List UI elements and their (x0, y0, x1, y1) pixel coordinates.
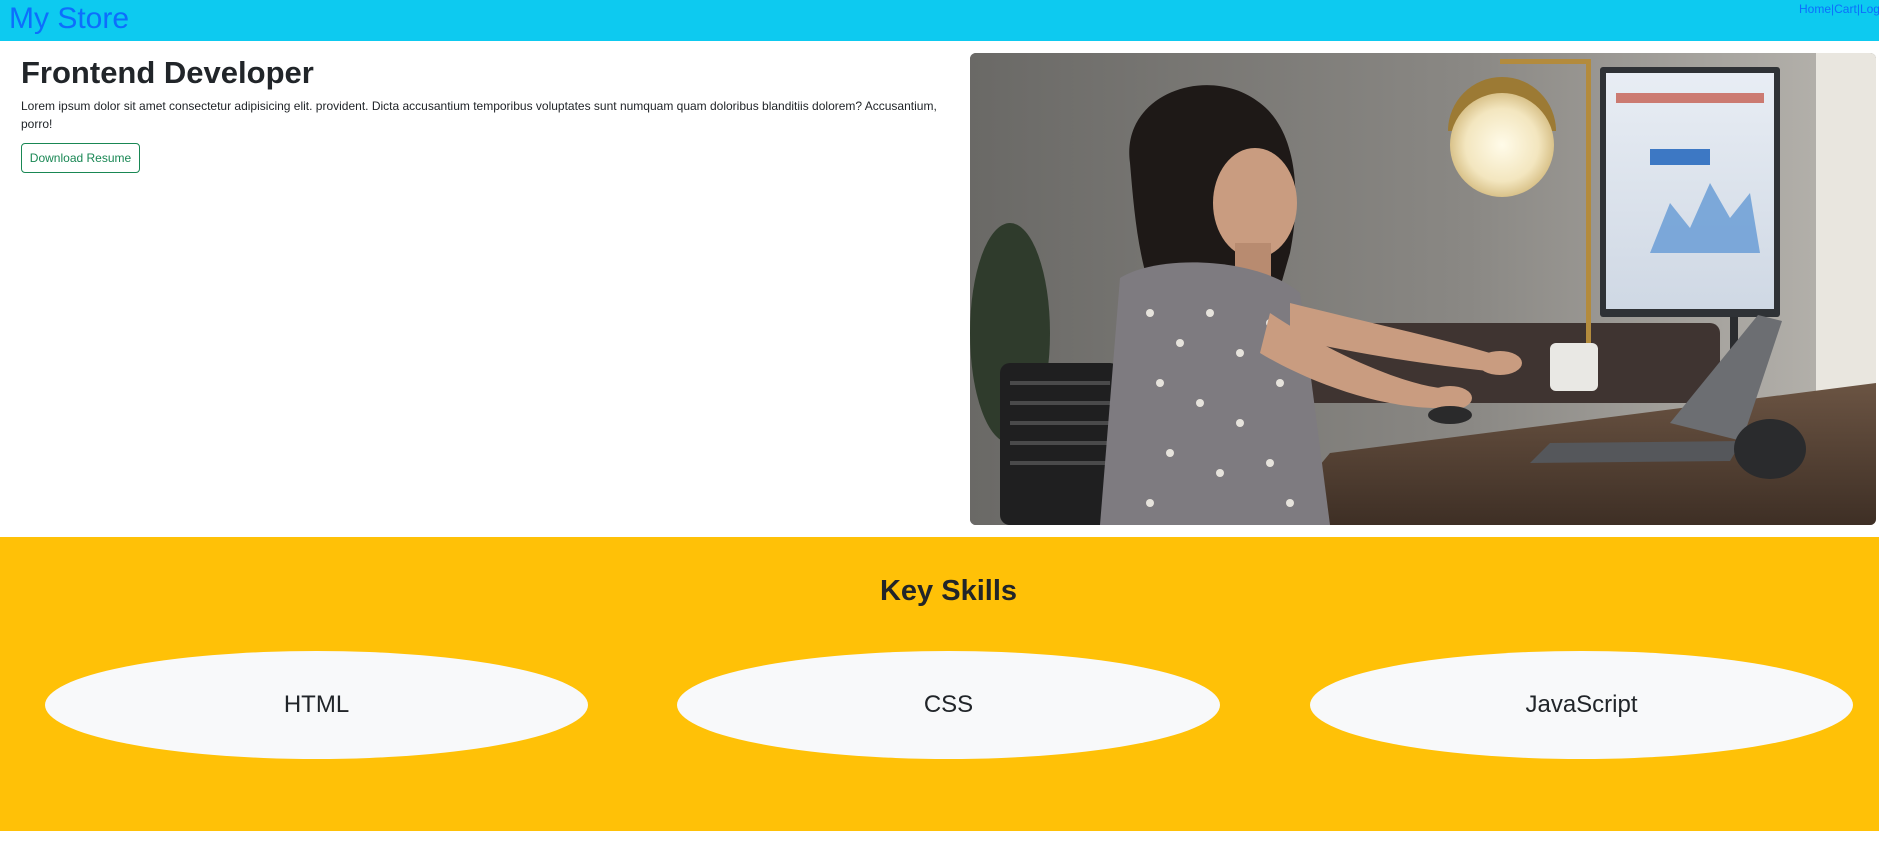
hero-description: Lorem ipsum dolor sit amet consectetur a… (21, 99, 937, 131)
top-navbar: My Store Home|Cart|Log (0, 0, 1879, 41)
hero-photo (970, 53, 1876, 525)
skill-card-html: HTML (45, 651, 588, 759)
skill-label: CSS (923, 691, 974, 718)
nav-link-home[interactable]: Home (1799, 2, 1831, 16)
nav-link-login[interactable]: Log (1860, 2, 1879, 16)
key-skills-title: Key Skills (879, 575, 1018, 607)
download-resume-button[interactable]: Download Resume (21, 143, 140, 173)
woman-working-at-laptop-photo (970, 53, 1876, 525)
hero-title: Frontend Developer (21, 55, 314, 90)
skill-card-css: CSS (677, 651, 1220, 759)
skill-label: JavaScript (1525, 691, 1638, 718)
skill-card-javascript: JavaScript (1310, 651, 1853, 759)
brand-link[interactable]: My Store (9, 1, 129, 37)
key-skills-section: Key Skills HTML CSS JavaScript (0, 537, 1879, 831)
nav-link-cart[interactable]: Cart (1834, 2, 1857, 16)
top-nav-links: Home|Cart|Log (1799, 2, 1879, 16)
skill-label: HTML (283, 691, 350, 718)
